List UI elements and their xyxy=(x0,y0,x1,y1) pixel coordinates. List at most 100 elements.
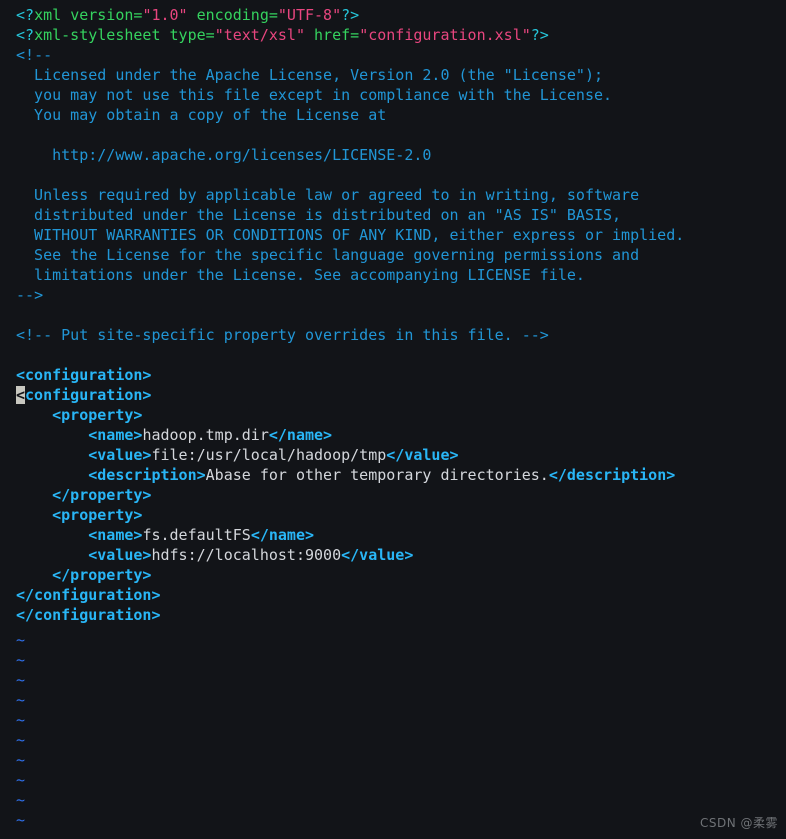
code-token: = xyxy=(205,26,215,44)
code-area[interactable]: <?xml version="1.0" encoding="UTF-8"?> <?… xyxy=(16,5,776,625)
code-token: encoding xyxy=(196,6,269,24)
code-line: <?xml-stylesheet type="text/xsl" href="c… xyxy=(16,25,776,45)
code-line: You may obtain a copy of the License at xyxy=(16,105,776,125)
code-token: type xyxy=(169,26,206,44)
code-token: "UTF-8" xyxy=(277,6,342,24)
code-line: <property> xyxy=(16,405,776,425)
code-token: you may not use this file except in comp… xyxy=(16,86,613,104)
code-line: <property> xyxy=(16,505,776,525)
code-token: You may obtain a copy of the License at xyxy=(16,106,387,124)
code-token: <property> xyxy=(52,506,143,524)
code-token: limitations under the License. See accom… xyxy=(16,266,585,284)
code-token: </configuration> xyxy=(16,586,161,604)
empty-line-tilde: ~ xyxy=(16,671,26,689)
code-token: Abase for other temporary directories. xyxy=(205,466,549,484)
code-line: <description>Abase for other temporary d… xyxy=(16,465,776,485)
code-token: <value> xyxy=(88,546,152,564)
empty-line-tilde: ~ xyxy=(16,651,26,669)
empty-line-tilde: ~ xyxy=(16,811,26,829)
code-token: "text/xsl" xyxy=(214,26,305,44)
code-token: = xyxy=(350,26,360,44)
code-line: http://www.apache.org/licenses/LICENSE-2… xyxy=(16,145,776,165)
code-line: <value>hdfs://localhost:9000</value> xyxy=(16,545,776,565)
code-line: <!-- xyxy=(16,45,776,65)
code-line: <configuration> xyxy=(16,365,776,385)
code-token: http://www.apache.org/licenses/LICENSE-2… xyxy=(16,146,432,164)
code-line: <name>fs.defaultFS</name> xyxy=(16,525,776,545)
code-token: </name> xyxy=(250,526,315,544)
code-token: configuration> xyxy=(25,386,152,404)
code-token: xml-stylesheet xyxy=(34,26,161,44)
code-line: distributed under the License is distrib… xyxy=(16,205,776,225)
code-token: hdfs://localhost:9000 xyxy=(151,546,342,564)
empty-line-markers: ~~~~~~~~~~~ xyxy=(16,630,25,839)
code-token: <value> xyxy=(88,446,152,464)
code-line: </property> xyxy=(16,565,776,585)
code-token: href xyxy=(314,26,351,44)
empty-line-tilde: ~ xyxy=(16,731,26,749)
code-token: xml xyxy=(34,6,62,24)
code-token: ?> xyxy=(530,26,549,44)
code-token: WITHOUT WARRANTIES OR CONDITIONS OF ANY … xyxy=(16,226,685,244)
code-line: <name>hadoop.tmp.dir</name> xyxy=(16,425,776,445)
code-line: <?xml version="1.0" encoding="UTF-8"?> xyxy=(16,5,776,25)
code-line: you may not use this file except in comp… xyxy=(16,85,776,105)
code-token: <property> xyxy=(52,406,143,424)
code-token: </value> xyxy=(386,446,459,464)
code-token: hadoop.tmp.dir xyxy=(142,426,269,444)
code-token: </name> xyxy=(268,426,333,444)
empty-line-tilde: ~ xyxy=(16,771,26,789)
code-line: limitations under the License. See accom… xyxy=(16,265,776,285)
code-token: </description> xyxy=(548,466,676,484)
empty-line-tilde: ~ xyxy=(16,830,25,839)
code-line: Licensed under the Apache License, Versi… xyxy=(16,65,776,85)
code-token: Licensed under the Apache License, Versi… xyxy=(16,66,603,84)
code-line: <!-- Put site-specific property override… xyxy=(16,325,776,345)
code-token: "configuration.xsl" xyxy=(359,26,531,44)
terminal-screen: <?xml version="1.0" encoding="UTF-8"?> <?… xyxy=(0,0,786,839)
code-token: Unless required by applicable law or agr… xyxy=(16,186,640,204)
code-token: <name> xyxy=(88,426,143,444)
code-token: -- xyxy=(34,46,53,64)
code-token: <name> xyxy=(88,526,143,544)
code-token: See the License for the specific languag… xyxy=(16,246,640,264)
empty-line-tilde: ~ xyxy=(16,691,26,709)
code-line: </configuration> xyxy=(16,605,776,625)
code-token: = xyxy=(268,6,278,24)
code-token: file:/usr/local/hadoop/tmp xyxy=(151,446,387,464)
code-line: </configuration> xyxy=(16,585,776,605)
empty-line-tilde: ~ xyxy=(16,791,26,809)
code-token: <configuration> xyxy=(16,366,152,384)
code-line: --> xyxy=(16,285,776,305)
code-token: "1.0" xyxy=(142,6,188,24)
code-token: <!-- Put site-specific property override… xyxy=(16,326,549,344)
code-token: -- xyxy=(16,286,35,304)
code-line: <value>file:/usr/local/hadoop/tmp</value… xyxy=(16,445,776,465)
empty-line-tilde: ~ xyxy=(16,751,26,769)
code-token: </property> xyxy=(52,486,152,504)
code-token: version xyxy=(70,6,134,24)
code-token: </configuration> xyxy=(16,606,161,624)
code-token: fs.defaultFS xyxy=(142,526,251,544)
code-line: <configuration> xyxy=(16,385,776,405)
code-line: Unless required by applicable law or agr… xyxy=(16,185,776,205)
code-token: ?> xyxy=(341,6,360,24)
code-line: </property> xyxy=(16,485,776,505)
text-cursor: < xyxy=(16,386,26,404)
